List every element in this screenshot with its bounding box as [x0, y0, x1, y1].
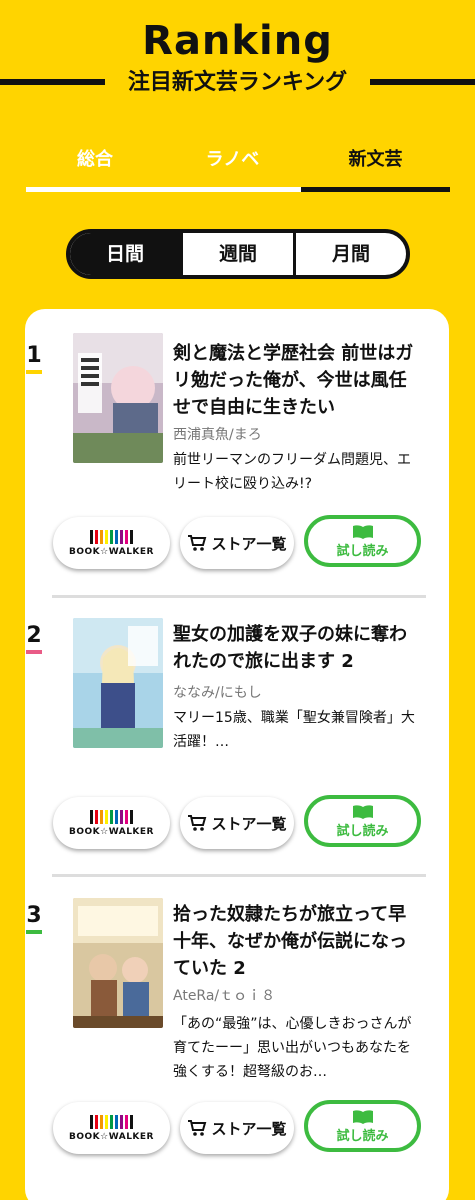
open-book-icon [352, 804, 373, 819]
tab-underline-active [301, 187, 450, 192]
trial-read-button[interactable]: 試し読み [304, 795, 421, 847]
store-list-label: ストア一覧 [211, 814, 287, 833]
tab-label: 総合 [77, 149, 113, 170]
trial-read-button[interactable]: 試し読み [304, 515, 421, 567]
rank-number: 2 [25, 623, 43, 654]
rank-value: 2 [26, 623, 42, 648]
divider-right [370, 79, 475, 85]
rank-mark [26, 370, 42, 374]
book-description: マリー15歳、職業「聖女兼冒険者」大活躍！… [173, 710, 415, 750]
trial-read-button[interactable]: 試し読み [304, 1100, 421, 1152]
open-book-icon [352, 1109, 373, 1124]
store-list-button[interactable]: ストア一覧 [180, 1102, 294, 1154]
book-cover[interactable] [73, 333, 163, 463]
open-book-icon [352, 524, 373, 539]
store-list-button[interactable]: ストア一覧 [180, 797, 294, 849]
subtitle-row: 注目新文芸ランキング [0, 64, 475, 98]
book-title[interactable]: 剣と魔法と学歴社会 前世はガリ勉だった俺が、今世は風任せで自由に生きたい [173, 340, 423, 421]
cart-icon [188, 535, 207, 551]
trial-read-label: 試し読み [336, 543, 389, 559]
trial-read-label: 試し読み [336, 1128, 389, 1144]
book-author: ななみ/にもし [173, 685, 262, 701]
cart-icon [188, 815, 207, 831]
tab-label: 新文芸 [348, 149, 403, 170]
tab-new-literature[interactable]: 新文芸 [301, 140, 450, 192]
trial-read-label: 試し読み [336, 823, 389, 839]
tab-underline [164, 187, 301, 192]
store-list-label: ストア一覧 [211, 534, 287, 553]
period-daily[interactable]: 日間 [70, 233, 180, 275]
book-description: 「あの“最強”は、心優しきおっさんが育てたーー」思い出がいつもあなたを強くする！… [173, 1016, 412, 1080]
bookwalker-logo-icon [90, 529, 133, 544]
bookwalker-label: BOOK☆WALKER [69, 546, 154, 557]
bookwalker-logo-icon [90, 1114, 133, 1129]
cover-image [73, 898, 163, 1028]
book-description: 前世リーマンのフリーダム問題児、エリート校に殴り込み!? [173, 452, 411, 492]
store-list-label: ストア一覧 [211, 1119, 287, 1138]
tab-overall[interactable]: 総合 [26, 140, 164, 192]
store-list-button[interactable]: ストア一覧 [180, 517, 294, 569]
bookwalker-button[interactable]: BOOK☆WALKER [53, 797, 170, 849]
bookwalker-label: BOOK☆WALKER [69, 1131, 154, 1142]
cart-icon [188, 1120, 207, 1136]
bookwalker-label: BOOK☆WALKER [69, 826, 154, 837]
book-cover[interactable] [73, 898, 163, 1028]
rank-number: 3 [25, 903, 43, 934]
period-monthly[interactable]: 月間 [293, 233, 406, 275]
tab-label: ラノベ [205, 149, 260, 170]
rank-mark [26, 930, 42, 934]
tab-light-novel[interactable]: ラノベ [164, 140, 301, 192]
book-author: AteRa/ｔｏｉ８ [173, 988, 276, 1004]
cover-image [73, 618, 163, 748]
bookwalker-button[interactable]: BOOK☆WALKER [53, 517, 170, 569]
rank-value: 3 [26, 903, 42, 928]
category-tabs: 総合 ラノベ 新文芸 [26, 140, 450, 192]
book-author: 西浦真魚/まろ [173, 427, 262, 443]
period-switch: 日間 週間 月間 [66, 229, 410, 279]
period-weekly[interactable]: 週間 [180, 233, 293, 275]
item-separator [52, 595, 426, 598]
item-separator [52, 874, 426, 877]
page-title: Ranking [142, 18, 333, 64]
tab-underline [26, 187, 164, 192]
rank-mark [26, 650, 42, 654]
book-title[interactable]: 拾った奴隷たちが旅立って早十年、なぜか俺が伝説になっていた 2 [173, 901, 423, 982]
bookwalker-button[interactable]: BOOK☆WALKER [53, 1102, 170, 1154]
rank-value: 1 [26, 343, 42, 368]
book-cover[interactable] [73, 618, 163, 748]
bookwalker-logo-icon [90, 809, 133, 824]
rank-number: 1 [25, 343, 43, 374]
cover-image [73, 333, 163, 463]
book-title[interactable]: 聖女の加護を双子の妹に奪われたので旅に出ます 2 [173, 621, 423, 675]
